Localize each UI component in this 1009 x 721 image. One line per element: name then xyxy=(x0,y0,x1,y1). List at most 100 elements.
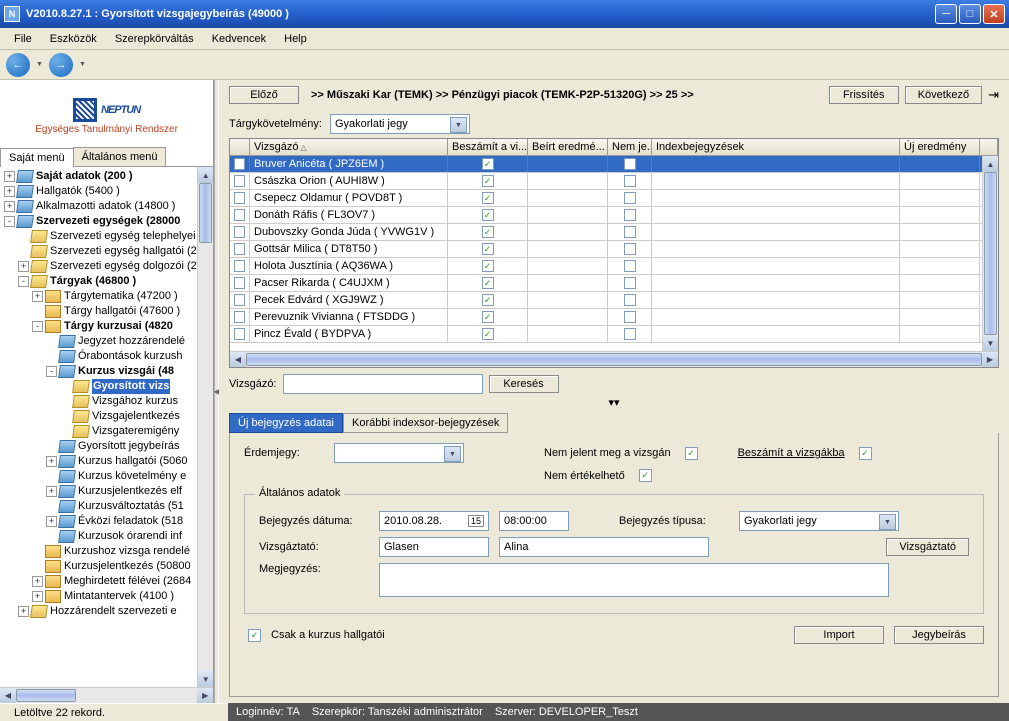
table-row[interactable]: Pincz Évald ( BYDPVA )✓ xyxy=(230,326,998,343)
tree-expander[interactable]: + xyxy=(46,456,57,467)
tree-item[interactable]: Szervezeti egység telephelyei xyxy=(4,229,213,244)
table-row[interactable]: Császka Orion ( AUHI8W )✓ xyxy=(230,173,998,190)
tree-item[interactable]: Kurzusjelentkezés (50800 xyxy=(4,559,213,574)
col-header-beirt[interactable]: Beírt eredmé... xyxy=(528,139,608,155)
cell-nemjelent-checkbox[interactable] xyxy=(624,175,636,187)
close-button[interactable]: ✕ xyxy=(983,4,1005,24)
menu-file[interactable]: File xyxy=(6,31,40,47)
grid-scrollbar-horizontal[interactable]: ◀ ▶ xyxy=(230,351,998,367)
tree-item[interactable]: Tárgy hallgatói (47600 ) xyxy=(4,304,213,319)
examiner-lastname-input[interactable] xyxy=(379,537,489,557)
tab-new-entry[interactable]: Új bejegyzés adatai xyxy=(229,413,343,433)
cell-beszamit-checkbox[interactable]: ✓ xyxy=(482,328,494,340)
nav-forward-dropdown[interactable]: ▼ xyxy=(75,61,90,68)
menu-help[interactable]: Help xyxy=(276,31,315,47)
tree-item[interactable]: +Alkalmazotti adatok (14800 ) xyxy=(4,199,213,214)
tree-expander[interactable]: + xyxy=(32,591,43,602)
tree-expander[interactable]: + xyxy=(18,261,29,272)
cell-nemjelent-checkbox[interactable] xyxy=(624,277,636,289)
scroll-up-icon[interactable]: ▲ xyxy=(983,156,998,172)
grade-select[interactable] xyxy=(334,443,464,463)
tree-expander[interactable]: - xyxy=(46,366,57,377)
cell-beszamit-checkbox[interactable]: ✓ xyxy=(482,158,494,170)
tree-item[interactable]: Kurzusok órarendi inf xyxy=(4,529,213,544)
table-row[interactable]: Dubovszky Gonda Júda ( YVWG1V )✓ xyxy=(230,224,998,241)
row-checkbox[interactable] xyxy=(234,192,245,204)
cell-nemjelent-checkbox[interactable] xyxy=(624,226,636,238)
search-button[interactable]: Keresés xyxy=(489,375,559,393)
tree-expander[interactable]: + xyxy=(46,486,57,497)
entry-time-input[interactable] xyxy=(499,511,569,531)
cell-beszamit-checkbox[interactable]: ✓ xyxy=(482,294,494,306)
row-checkbox[interactable] xyxy=(234,243,245,255)
table-row[interactable]: Gottsár Milica ( DT8T50 )✓ xyxy=(230,241,998,258)
row-checkbox[interactable] xyxy=(234,226,245,238)
tree-expander[interactable]: + xyxy=(18,606,29,617)
table-row[interactable]: Perevuznik Vivianna ( FTSDDG )✓ xyxy=(230,309,998,326)
tree-item[interactable]: Szervezeti egység hallgatói (2 xyxy=(4,244,213,259)
row-checkbox[interactable] xyxy=(234,209,245,221)
scroll-thumb[interactable] xyxy=(984,172,997,335)
menu-role[interactable]: Szerepkörváltás xyxy=(107,31,202,47)
row-checkbox[interactable] xyxy=(234,311,245,323)
table-row[interactable]: Pacser Rikarda ( C4UJXM )✓ xyxy=(230,275,998,292)
scroll-left-icon[interactable]: ◀ xyxy=(0,688,16,703)
col-header-nemjelent[interactable]: Nem je... xyxy=(608,139,652,155)
cell-beszamit-checkbox[interactable]: ✓ xyxy=(482,226,494,238)
minimize-button[interactable]: ─ xyxy=(935,4,957,24)
tree-item[interactable]: Vizsgajelentkezés xyxy=(4,409,213,424)
tree-item[interactable]: +Tárgytematika (47200 ) xyxy=(4,289,213,304)
table-row[interactable]: Holota Jusztínia ( AQ36WA )✓ xyxy=(230,258,998,275)
tree-item[interactable]: +Saját adatok (200 ) xyxy=(4,169,213,184)
row-checkbox[interactable] xyxy=(234,277,245,289)
tree-item[interactable]: +Évközi feladatok (518 xyxy=(4,514,213,529)
scroll-thumb[interactable] xyxy=(199,183,212,243)
cell-nemjelent-checkbox[interactable] xyxy=(624,294,636,306)
tree-item[interactable]: +Hozzárendelt szervezeti e xyxy=(4,604,213,619)
scroll-up-icon[interactable]: ▲ xyxy=(198,167,213,183)
only-course-checkbox[interactable]: ✓ xyxy=(248,629,261,642)
tree-item[interactable]: +Meghirdetett félévei (2684 xyxy=(4,574,213,589)
tree-expander[interactable]: - xyxy=(4,216,15,227)
tree-item[interactable]: -Kurzus vizsgái (48 xyxy=(4,364,213,379)
requirement-select[interactable]: Gyakorlati jegy xyxy=(330,114,470,134)
cell-beszamit-checkbox[interactable]: ✓ xyxy=(482,209,494,221)
scroll-thumb[interactable] xyxy=(246,353,982,366)
grid-scrollbar-vertical[interactable]: ▲ ▼ xyxy=(982,156,998,351)
cell-nemjelent-checkbox[interactable] xyxy=(624,209,636,221)
tree-expander[interactable]: - xyxy=(18,276,29,287)
cell-nemjelent-checkbox[interactable] xyxy=(624,243,636,255)
tree[interactable]: +Saját adatok (200 )+Hallgatók (5400 )+A… xyxy=(0,167,213,621)
tree-item[interactable]: Vizsgateremigény xyxy=(4,424,213,439)
table-row[interactable]: Bruver Anicéta ( JPZ6EM )✓ xyxy=(230,156,998,173)
tree-expander[interactable]: + xyxy=(4,171,15,182)
cell-beszamit-checkbox[interactable]: ✓ xyxy=(482,243,494,255)
cell-beszamit-checkbox[interactable]: ✓ xyxy=(482,260,494,272)
maximize-button[interactable]: □ xyxy=(959,4,981,24)
tab-previous-entries[interactable]: Korábbi indexsor-bejegyzések xyxy=(343,413,508,433)
table-row[interactable]: Csepecz Oldamur ( POVD8T )✓ xyxy=(230,190,998,207)
scroll-down-icon[interactable]: ▼ xyxy=(983,335,998,351)
col-header-checkbox[interactable] xyxy=(230,139,250,155)
tab-own-menu[interactable]: Saját menü xyxy=(0,148,74,167)
cell-nemjelent-checkbox[interactable] xyxy=(624,328,636,340)
col-header-name[interactable]: Vizsgázó△ xyxy=(250,139,448,155)
row-checkbox[interactable] xyxy=(234,158,245,170)
next-button[interactable]: Következő xyxy=(905,86,982,104)
tree-expander[interactable]: + xyxy=(4,201,15,212)
tree-item[interactable]: Órabontások kurzush xyxy=(4,349,213,364)
entry-date-input[interactable]: 2010.08.28.15 xyxy=(379,511,489,531)
cell-beszamit-checkbox[interactable]: ✓ xyxy=(482,175,494,187)
tree-item[interactable]: -Tárgyak (46800 ) xyxy=(4,274,213,289)
tree-item[interactable]: +Mintatantervek (4100 ) xyxy=(4,589,213,604)
cell-nemjelent-checkbox[interactable] xyxy=(624,260,636,272)
tree-item[interactable]: Kurzushoz vizsga rendelé xyxy=(4,544,213,559)
scroll-right-icon[interactable]: ▶ xyxy=(197,688,213,703)
collapse-handle[interactable]: ▾▾ xyxy=(229,396,999,409)
not-evaluable-checkbox[interactable]: ✓ xyxy=(639,469,652,482)
nav-back-dropdown[interactable]: ▼ xyxy=(32,61,47,68)
row-checkbox[interactable] xyxy=(234,175,245,187)
tree-item[interactable]: +Kurzusjelentkezés elf xyxy=(4,484,213,499)
menu-tools[interactable]: Eszközök xyxy=(42,31,105,47)
cell-beszamit-checkbox[interactable]: ✓ xyxy=(482,277,494,289)
